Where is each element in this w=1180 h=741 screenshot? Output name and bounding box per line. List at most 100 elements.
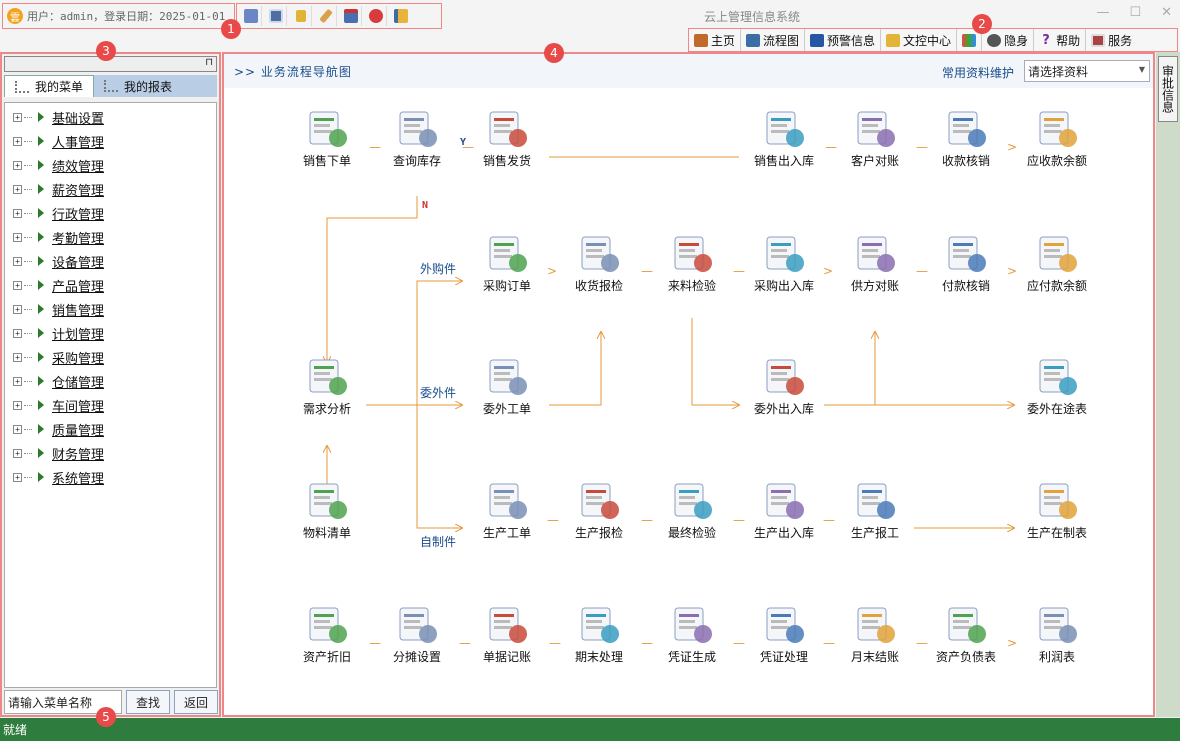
tab-my-reports[interactable]: 我的报表 [94, 75, 182, 97]
flow-diagram: 销售下单 查询库存 销售发货 销售出入库 客户对账 收款核销 应收款余额采购订单 收货报检 来料… [224, 88, 1153, 715]
calendar-icon[interactable] [340, 6, 362, 26]
expand-icon[interactable]: + [13, 448, 22, 458]
help-icon: ? [1042, 32, 1050, 48]
close-icon[interactable]: ✕ [1161, 5, 1172, 20]
exit-icon[interactable] [390, 6, 412, 26]
nav-home[interactable]: 主页 [689, 29, 742, 51]
expand-icon[interactable]: + [13, 232, 22, 242]
flow-node[interactable]: 应付款余额 [1012, 233, 1102, 294]
flow-node[interactable]: 资产负债表 [921, 604, 1011, 665]
flow-node[interactable]: 销售发货 [462, 108, 552, 169]
minimize-icon[interactable]: — [1096, 5, 1109, 20]
flow-node[interactable]: 生产报工 [830, 480, 920, 541]
sidebar-item[interactable]: + 质量管理 [5, 417, 216, 441]
expand-icon[interactable]: + [13, 208, 22, 218]
flow-node[interactable]: 最终检验 [647, 480, 737, 541]
sidebar-item[interactable]: + 设备管理 [5, 249, 216, 273]
flow-node[interactable]: 付款核销 [921, 233, 1011, 294]
flow-node[interactable]: 收货报检 [554, 233, 644, 294]
process-icon [948, 236, 986, 272]
sidebar-item[interactable]: + 销售管理 [5, 297, 216, 321]
flow-connector: — [825, 140, 837, 154]
form-icon[interactable] [265, 6, 287, 26]
expand-icon[interactable]: + [13, 112, 22, 122]
expand-icon[interactable]: + [13, 472, 22, 482]
flow-node[interactable]: 月末结账 [830, 604, 920, 665]
flow-node[interactable]: 委外在途表 [1012, 356, 1102, 417]
sidebar-item[interactable]: + 车间管理 [5, 393, 216, 417]
flow-node[interactable]: 来料检验 [647, 233, 737, 294]
close-circle-icon[interactable] [365, 6, 387, 26]
flow-node[interactable]: 生产在制表 [1012, 480, 1102, 541]
flow-node-label: 采购出入库 [753, 279, 814, 293]
flow-node[interactable]: 委外出入库 [739, 356, 829, 417]
sidebar-item[interactable]: + 系统管理 [5, 465, 216, 489]
expand-icon[interactable]: + [13, 184, 22, 194]
nav-service[interactable]: 服务 [1086, 29, 1137, 51]
expand-icon[interactable]: + [13, 400, 22, 410]
flow-node[interactable]: 资产折旧 [282, 604, 372, 665]
sidebar-item[interactable]: + 采购管理 [5, 345, 216, 369]
tab-my-menu[interactable]: 我的菜单 [4, 75, 95, 97]
flow-node[interactable]: 生产出入库 [739, 480, 829, 541]
expand-icon[interactable]: + [13, 352, 22, 362]
find-button[interactable]: 查找 [126, 690, 170, 714]
sidebar-item[interactable]: + 薪资管理 [5, 177, 216, 201]
flow-node[interactable]: 收款核销 [921, 108, 1011, 169]
nav-doc-center[interactable]: 文控中心 [881, 29, 958, 51]
sidebar-item[interactable]: + 财务管理 [5, 441, 216, 465]
expand-icon[interactable]: + [13, 328, 22, 338]
sidebar-item-label: 质量管理 [52, 423, 105, 439]
flow-node[interactable]: 期末处理 [554, 604, 644, 665]
sidebar-item[interactable]: + 计划管理 [5, 321, 216, 345]
flow-node[interactable]: 生产工单 [462, 480, 552, 541]
flow-node[interactable]: 委外工单 [462, 356, 552, 417]
sidebar-item[interactable]: + 产品管理 [5, 273, 216, 297]
flow-node[interactable]: 销售下单 [282, 108, 372, 169]
expand-icon[interactable]: + [13, 160, 22, 170]
pin-icon[interactable]: ⊓ [205, 57, 213, 68]
flow-node[interactable]: 凭证处理 [739, 604, 829, 665]
nav-help[interactable]: ? 帮助 [1034, 29, 1087, 51]
flow-node[interactable]: 采购订单 [462, 233, 552, 294]
maximize-icon[interactable]: ☐ [1129, 5, 1141, 20]
expand-icon[interactable]: + [13, 280, 22, 290]
flow-node[interactable]: 物料清单 [282, 480, 372, 541]
flow-node[interactable]: 需求分析 [282, 356, 372, 417]
flow-node[interactable]: 生产报检 [554, 480, 644, 541]
nav-flowchart[interactable]: 流程图 [741, 29, 806, 51]
flow-node[interactable]: 凭证生成 [647, 604, 737, 665]
flow-node[interactable]: 分摊设置 [372, 604, 462, 665]
flow-connector: — [369, 636, 381, 650]
user-switch-icon[interactable] [240, 6, 262, 26]
sidebar-item[interactable]: + 基础设置 [5, 105, 216, 129]
expand-icon[interactable]: + [13, 376, 22, 386]
flow-node[interactable]: 利润表 [1012, 604, 1102, 665]
flow-node[interactable]: 采购出入库 [739, 233, 829, 294]
sidebar-item[interactable]: + 行政管理 [5, 201, 216, 225]
flow-node[interactable]: 查询库存 [372, 108, 462, 169]
sidebar-item[interactable]: + 绩效管理 [5, 153, 216, 177]
flow-node-label: 分摊设置 [392, 650, 441, 664]
expand-icon[interactable]: + [13, 136, 22, 146]
expand-icon[interactable]: + [13, 304, 22, 314]
sidebar-item[interactable]: + 仓储管理 [5, 369, 216, 393]
nav-alerts[interactable]: 预警信息 [805, 29, 882, 51]
nav-invisible[interactable]: 隐身 [982, 29, 1035, 51]
folder-arrow-icon [38, 208, 44, 218]
expand-icon[interactable]: + [13, 424, 22, 434]
flow-node[interactable]: 应收款余额 [1012, 108, 1102, 169]
sidebar-item[interactable]: + 人事管理 [5, 129, 216, 153]
flow-node[interactable]: 单据记账 [462, 604, 552, 665]
flow-node[interactable]: 供方对账 [830, 233, 920, 294]
approval-tab[interactable]: 审批信息 [1158, 56, 1178, 122]
key-icon[interactable] [290, 6, 312, 26]
doc-select[interactable]: 请选择资料 ▼ [1024, 60, 1150, 82]
expand-icon[interactable]: + [13, 256, 22, 266]
broom-icon[interactable] [315, 6, 337, 26]
sidebar-item[interactable]: + 考勤管理 [5, 225, 216, 249]
back-button[interactable]: 返回 [174, 690, 218, 714]
chevron-down-icon: ▼ [1138, 65, 1145, 74]
flow-node[interactable]: 销售出入库 [739, 108, 829, 169]
flow-node[interactable]: 客户对账 [830, 108, 920, 169]
